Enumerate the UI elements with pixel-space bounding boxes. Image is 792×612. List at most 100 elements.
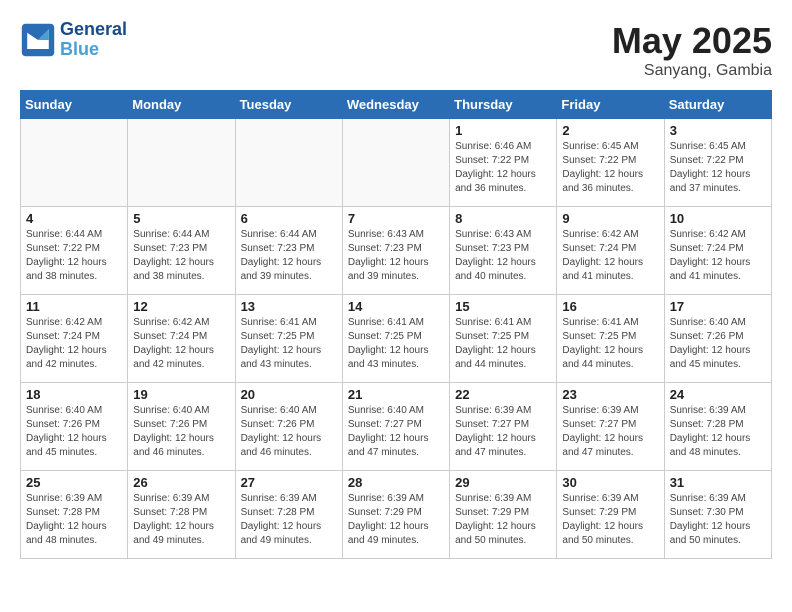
day-number: 21 <box>348 387 444 402</box>
calendar-day-cell: 19 Sunrise: 6:40 AM Sunset: 7:26 PM Dayli… <box>128 383 235 471</box>
day-info: Sunrise: 6:40 AM Sunset: 7:26 PM Dayligh… <box>26 404 122 460</box>
day-info: Sunrise: 6:42 AM Sunset: 7:24 PM Dayligh… <box>26 316 122 372</box>
calendar-day-cell: 4Sunrise: 6:44 AM Sunset: 7:22 PM Daylig… <box>21 207 128 295</box>
day-number: 26 <box>133 475 229 490</box>
day-info: Sunrise: 6:40 AM Sunset: 7:26 PM Dayligh… <box>670 316 766 372</box>
calendar-day-cell: 28 Sunrise: 6:39 AM Sunset: 7:29 PM Dayli… <box>342 471 449 559</box>
day-number: 19 <box>133 387 229 402</box>
day-number: 23 <box>562 387 658 402</box>
day-number: 13 <box>241 299 337 314</box>
day-number: 12 <box>133 299 229 314</box>
calendar-week-2: 4Sunrise: 6:44 AM Sunset: 7:22 PM Daylig… <box>21 207 772 295</box>
day-info: Sunrise: 6:42 AM Sunset: 7:24 PM Dayligh… <box>562 228 658 284</box>
calendar-day-cell: 21 Sunrise: 6:40 AM Sunset: 7:27 PM Dayli… <box>342 383 449 471</box>
calendar-day-cell: 26 Sunrise: 6:39 AM Sunset: 7:28 PM Dayli… <box>128 471 235 559</box>
logo: General Blue <box>20 20 127 60</box>
day-number: 16 <box>562 299 658 314</box>
day-info: Sunrise: 6:44 AM Sunset: 7:22 PM Dayligh… <box>26 228 122 284</box>
day-number: 5 <box>133 211 229 226</box>
calendar-day-cell: 1 Sunrise: 6:46 AM Sunset: 7:22 PM Daylig… <box>450 119 557 207</box>
calendar-day-cell: 2 Sunrise: 6:45 AM Sunset: 7:22 PM Daylig… <box>557 119 664 207</box>
day-info: Sunrise: 6:41 AM Sunset: 7:25 PM Dayligh… <box>562 316 658 372</box>
day-info: Sunrise: 6:39 AM Sunset: 7:28 PM Dayligh… <box>241 492 337 548</box>
day-number: 28 <box>348 475 444 490</box>
location-subtitle: Sanyang, Gambia <box>612 62 772 80</box>
calendar-day-cell: 24Sunrise: 6:39 AM Sunset: 7:28 PM Dayli… <box>664 383 771 471</box>
calendar-day-cell: 15 Sunrise: 6:41 AM Sunset: 7:25 PM Dayli… <box>450 295 557 383</box>
day-number: 6 <box>241 211 337 226</box>
title-block: May 2025 Sanyang, Gambia <box>612 20 772 80</box>
calendar-day-cell: 3 Sunrise: 6:45 AM Sunset: 7:22 PM Daylig… <box>664 119 771 207</box>
day-number: 30 <box>562 475 658 490</box>
logo-text-line2: Blue <box>60 40 127 60</box>
calendar-week-4: 18 Sunrise: 6:40 AM Sunset: 7:26 PM Dayli… <box>21 383 772 471</box>
day-number: 17 <box>670 299 766 314</box>
calendar-day-cell: 23Sunrise: 6:39 AM Sunset: 7:27 PM Dayli… <box>557 383 664 471</box>
day-info: Sunrise: 6:39 AM Sunset: 7:30 PM Dayligh… <box>670 492 766 548</box>
weekday-header-sunday: Sunday <box>21 91 128 119</box>
day-info: Sunrise: 6:44 AM Sunset: 7:23 PM Dayligh… <box>241 228 337 284</box>
calendar-table: SundayMondayTuesdayWednesdayThursdayFrid… <box>20 90 772 559</box>
calendar-week-5: 25 Sunrise: 6:39 AM Sunset: 7:28 PM Dayli… <box>21 471 772 559</box>
day-number: 8 <box>455 211 551 226</box>
page-header: General Blue May 2025 Sanyang, Gambia <box>20 20 772 80</box>
day-number: 22 <box>455 387 551 402</box>
calendar-day-cell <box>342 119 449 207</box>
calendar-week-3: 11 Sunrise: 6:42 AM Sunset: 7:24 PM Dayli… <box>21 295 772 383</box>
day-info: Sunrise: 6:45 AM Sunset: 7:22 PM Dayligh… <box>562 140 658 196</box>
day-number: 25 <box>26 475 122 490</box>
calendar-day-cell: 18 Sunrise: 6:40 AM Sunset: 7:26 PM Dayli… <box>21 383 128 471</box>
day-number: 3 <box>670 123 766 138</box>
day-info: Sunrise: 6:40 AM Sunset: 7:26 PM Dayligh… <box>241 404 337 460</box>
day-number: 24 <box>670 387 766 402</box>
calendar-day-cell: 16 Sunrise: 6:41 AM Sunset: 7:25 PM Dayli… <box>557 295 664 383</box>
calendar-day-cell: 17 Sunrise: 6:40 AM Sunset: 7:26 PM Dayli… <box>664 295 771 383</box>
day-info: Sunrise: 6:41 AM Sunset: 7:25 PM Dayligh… <box>455 316 551 372</box>
day-info: Sunrise: 6:43 AM Sunset: 7:23 PM Dayligh… <box>455 228 551 284</box>
calendar-day-cell: 27 Sunrise: 6:39 AM Sunset: 7:28 PM Dayli… <box>235 471 342 559</box>
calendar-header-row: SundayMondayTuesdayWednesdayThursdayFrid… <box>21 91 772 119</box>
day-number: 1 <box>455 123 551 138</box>
calendar-day-cell <box>128 119 235 207</box>
day-number: 11 <box>26 299 122 314</box>
logo-icon <box>20 22 56 58</box>
calendar-day-cell: 25 Sunrise: 6:39 AM Sunset: 7:28 PM Dayli… <box>21 471 128 559</box>
calendar-day-cell: 22 Sunrise: 6:39 AM Sunset: 7:27 PM Dayli… <box>450 383 557 471</box>
calendar-day-cell: 12Sunrise: 6:42 AM Sunset: 7:24 PM Dayli… <box>128 295 235 383</box>
day-info: Sunrise: 6:42 AM Sunset: 7:24 PM Dayligh… <box>670 228 766 284</box>
calendar-day-cell: 5 Sunrise: 6:44 AM Sunset: 7:23 PM Daylig… <box>128 207 235 295</box>
day-info: Sunrise: 6:40 AM Sunset: 7:27 PM Dayligh… <box>348 404 444 460</box>
calendar-day-cell: 14Sunrise: 6:41 AM Sunset: 7:25 PM Dayli… <box>342 295 449 383</box>
day-info: Sunrise: 6:44 AM Sunset: 7:23 PM Dayligh… <box>133 228 229 284</box>
day-number: 9 <box>562 211 658 226</box>
logo-text-line1: General <box>60 20 127 40</box>
day-number: 18 <box>26 387 122 402</box>
day-info: Sunrise: 6:41 AM Sunset: 7:25 PM Dayligh… <box>348 316 444 372</box>
day-number: 10 <box>670 211 766 226</box>
calendar-day-cell <box>235 119 342 207</box>
calendar-day-cell <box>21 119 128 207</box>
day-number: 15 <box>455 299 551 314</box>
day-number: 31 <box>670 475 766 490</box>
calendar-week-1: 1 Sunrise: 6:46 AM Sunset: 7:22 PM Daylig… <box>21 119 772 207</box>
weekday-header-friday: Friday <box>557 91 664 119</box>
day-info: Sunrise: 6:45 AM Sunset: 7:22 PM Dayligh… <box>670 140 766 196</box>
calendar-day-cell: 6 Sunrise: 6:44 AM Sunset: 7:23 PM Daylig… <box>235 207 342 295</box>
calendar-day-cell: 7Sunrise: 6:43 AM Sunset: 7:23 PM Daylig… <box>342 207 449 295</box>
calendar-day-cell: 13Sunrise: 6:41 AM Sunset: 7:25 PM Dayli… <box>235 295 342 383</box>
day-info: Sunrise: 6:39 AM Sunset: 7:28 PM Dayligh… <box>26 492 122 548</box>
month-title: May 2025 <box>612 20 772 62</box>
day-info: Sunrise: 6:46 AM Sunset: 7:22 PM Dayligh… <box>455 140 551 196</box>
day-number: 29 <box>455 475 551 490</box>
day-info: Sunrise: 6:39 AM Sunset: 7:28 PM Dayligh… <box>133 492 229 548</box>
day-info: Sunrise: 6:39 AM Sunset: 7:27 PM Dayligh… <box>455 404 551 460</box>
day-info: Sunrise: 6:39 AM Sunset: 7:29 PM Dayligh… <box>348 492 444 548</box>
calendar-day-cell: 29Sunrise: 6:39 AM Sunset: 7:29 PM Dayli… <box>450 471 557 559</box>
calendar-day-cell: 8 Sunrise: 6:43 AM Sunset: 7:23 PM Daylig… <box>450 207 557 295</box>
day-number: 2 <box>562 123 658 138</box>
day-number: 27 <box>241 475 337 490</box>
calendar-day-cell: 10 Sunrise: 6:42 AM Sunset: 7:24 PM Dayli… <box>664 207 771 295</box>
calendar-day-cell: 11 Sunrise: 6:42 AM Sunset: 7:24 PM Dayli… <box>21 295 128 383</box>
calendar-day-cell: 9 Sunrise: 6:42 AM Sunset: 7:24 PM Daylig… <box>557 207 664 295</box>
day-info: Sunrise: 6:40 AM Sunset: 7:26 PM Dayligh… <box>133 404 229 460</box>
